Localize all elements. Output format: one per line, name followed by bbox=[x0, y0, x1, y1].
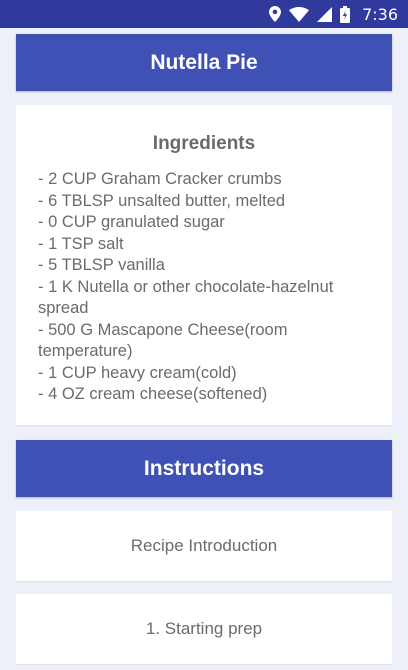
ingredient-item: - 2 CUP Graham Cracker crumbs bbox=[38, 170, 282, 188]
ingredients-card: Ingredients - 2 CUP Graham Cracker crumb… bbox=[16, 105, 392, 425]
status-time: 7:36 bbox=[362, 4, 398, 24]
ingredients-heading: Ingredients bbox=[152, 133, 256, 154]
recipe-title: Nutella Pie bbox=[150, 50, 258, 74]
status-bar: 7:36 bbox=[0, 0, 408, 28]
ingredient-item: - 6 TBLSP unsalted butter, melted bbox=[38, 191, 286, 210]
step-label: 1. Starting prep bbox=[145, 619, 263, 638]
step-card-1[interactable]: 1. Starting prep bbox=[16, 594, 392, 664]
battery-icon bbox=[340, 5, 351, 23]
ingredient-item: - 4 OZ cream cheese(softened) bbox=[38, 385, 268, 403]
location-icon bbox=[269, 6, 282, 22]
ingredient-item: - 1 TSP salt bbox=[38, 234, 124, 253]
signal-icon bbox=[317, 6, 333, 22]
ingredient-item: - 0 CUP granulated sugar bbox=[38, 213, 225, 231]
ingredient-item: - 1 K Nutella or other chocolate-hazelnu… bbox=[38, 277, 334, 318]
ingredient-item: - 1 CUP heavy cream(cold) bbox=[38, 363, 237, 382]
step-label: Recipe Introduction bbox=[130, 536, 278, 555]
wifi-icon bbox=[289, 6, 310, 22]
recipe-title-banner: Nutella Pie bbox=[16, 34, 392, 91]
instructions-banner: Instructions bbox=[16, 440, 392, 497]
instructions-heading: Instructions bbox=[143, 456, 265, 480]
ingredient-item: - 500 G Mascapone Cheese(room temperatur… bbox=[38, 320, 288, 361]
ingredients-list: - 2 CUP Graham Cracker crumbs - 6 TBLSP … bbox=[16, 169, 392, 406]
ingredient-item: - 5 TBLSP vanilla bbox=[38, 256, 165, 274]
step-card-intro[interactable]: Recipe Introduction bbox=[16, 511, 392, 581]
